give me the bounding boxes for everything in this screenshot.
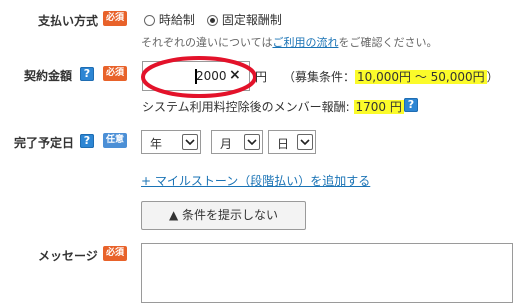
- condition-suffix: ）: [486, 70, 499, 84]
- payment-method-note: それぞれの違いについてはご利用の流れをご確認ください。: [141, 34, 437, 50]
- month-select-value: 月: [220, 137, 233, 151]
- currency-unit: 円: [255, 70, 268, 84]
- message-label: メッセージ: [38, 249, 98, 263]
- due-date-label: 完了予定日: [14, 136, 75, 150]
- chevron-down-icon: [244, 134, 260, 150]
- chevron-down-icon: [182, 134, 198, 150]
- radio-button-icon: [207, 15, 218, 26]
- payment-radio-hourly[interactable]: 時給制: [144, 11, 195, 28]
- chevron-down-icon: [297, 134, 313, 150]
- member-reward: システム利用料控除後のメンバー報酬: 1700 円: [142, 98, 404, 115]
- payment-method-label: 支払い方式: [38, 14, 99, 28]
- due-date-optional-badge: 任意: [103, 133, 128, 148]
- year-select[interactable]: 年: [141, 130, 201, 154]
- hide-conditions-button[interactable]: ▲ 条件を提示しない: [141, 201, 306, 230]
- usage-flow-link[interactable]: ご利用の流れ: [272, 36, 338, 49]
- payment-radio-fixed[interactable]: 固定報酬制: [207, 11, 282, 28]
- contract-amount-required-badge: 必須: [103, 66, 128, 81]
- member-reward-value: 1700 円: [353, 100, 404, 114]
- payment-radio-fixed-label: 固定報酬制: [221, 13, 282, 27]
- month-select[interactable]: 月: [211, 130, 263, 154]
- condition-prefix: （募集条件：: [283, 70, 356, 84]
- day-select[interactable]: 日: [268, 130, 316, 154]
- recruit-condition: （募集条件： 10,000円 〜 50,000円）: [283, 68, 499, 85]
- help-icon[interactable]: ?: [404, 98, 418, 112]
- message-textarea[interactable]: [141, 243, 513, 303]
- radio-button-icon: [144, 15, 155, 26]
- annotation-circle: [141, 56, 257, 98]
- year-select-value: 年: [150, 137, 163, 151]
- member-reward-label: システム利用料控除後のメンバー報酬:: [142, 100, 350, 114]
- add-milestone-link[interactable]: + マイルストーン（段階払い）を追加する: [141, 172, 370, 189]
- note-suffix: をご確認ください。: [338, 36, 438, 49]
- message-required-badge: 必須: [103, 246, 128, 261]
- day-select-value: 日: [277, 137, 290, 151]
- payment-method-required-badge: 必須: [103, 11, 128, 26]
- help-icon[interactable]: ?: [80, 67, 94, 81]
- condition-range: 10,000円 〜 50,000円: [355, 70, 487, 84]
- contract-amount-label: 契約金額: [24, 69, 73, 83]
- payment-radio-hourly-label: 時給制: [158, 13, 195, 27]
- help-icon[interactable]: ?: [80, 134, 94, 148]
- note-prefix: それぞれの違いについては: [141, 36, 273, 49]
